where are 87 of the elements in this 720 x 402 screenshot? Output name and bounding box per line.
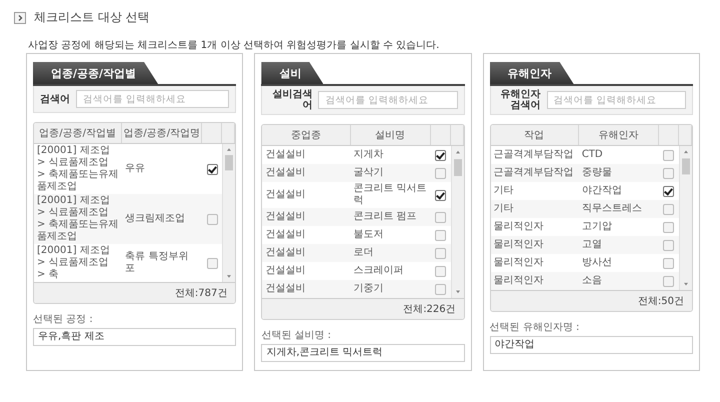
scrollbar[interactable] bbox=[678, 146, 692, 290]
checkbox[interactable] bbox=[663, 204, 674, 214]
table-cell-text: 건설설비 bbox=[264, 228, 306, 242]
selected-label: 선택된 설비명 : bbox=[261, 329, 332, 342]
table-cell-text: 건설설비 bbox=[264, 282, 306, 296]
search-field[interactable]: 검색어를 입력해하세요 bbox=[546, 91, 686, 109]
search-field[interactable]: 검색어를 입력해하세요 bbox=[318, 91, 458, 109]
description: 사업장 공정에 해당되는 체크리스트를 1개 이상 선택하여 위험성평가를 실시할 수 있습니다. bbox=[28, 39, 440, 52]
column-header: 작업 bbox=[490, 125, 579, 145]
checkbox[interactable] bbox=[206, 214, 218, 224]
column-header: 중업종 bbox=[262, 125, 350, 145]
table-cell-text: 우유 bbox=[124, 162, 146, 176]
tab[interactable]: 설비 bbox=[261, 62, 324, 84]
checkbox[interactable] bbox=[435, 150, 446, 160]
checkbox[interactable] bbox=[206, 258, 218, 268]
total-count: 전체:50건 bbox=[490, 290, 692, 311]
selected-label: 선택된 유해인자명 : bbox=[490, 321, 580, 334]
table-cell-text: 생크림제조업 bbox=[124, 212, 186, 226]
selected-label: 선택된 공정 : bbox=[33, 313, 94, 326]
checkbox[interactable] bbox=[435, 266, 446, 276]
table-cell-text: 물리적인자 bbox=[492, 274, 545, 288]
table-cell-text: 물리적인자 bbox=[492, 238, 545, 252]
table-cell-text: 직무스트레스 bbox=[580, 202, 643, 216]
search-label: 설비검색어 bbox=[271, 89, 312, 111]
table-cell-text: 건설설비 bbox=[264, 246, 306, 260]
table-cell-text: 기타 bbox=[492, 184, 515, 198]
checkbox[interactable] bbox=[663, 168, 674, 178]
table-cell-text: 건설설비 bbox=[264, 210, 306, 224]
table-cell-text: [20001] 제조업 > 식료품제조업 > 축제품또는유제품제조업 bbox=[36, 194, 120, 244]
table-cell-text: 콘크리트 펌프 bbox=[352, 210, 418, 224]
table-cell-text: 콘크리트 믹서트럭 bbox=[352, 182, 428, 208]
checkbox[interactable] bbox=[435, 284, 446, 294]
chevron-icon bbox=[14, 12, 26, 24]
table-cell-text: 불도저 bbox=[352, 228, 384, 242]
table-cell-text: 근골격계부담작업 bbox=[492, 166, 575, 180]
table-cell-text: 로더 bbox=[352, 246, 374, 260]
table-cell-text: [20001] 제조업 > 식료품제조업 > 축제품또는유제품제조업 bbox=[36, 144, 120, 194]
table-cell-text: 건설설비 bbox=[264, 188, 306, 202]
table-cell-text: 야간작업 bbox=[580, 184, 623, 198]
column-header: 업종/공종/작업별 bbox=[34, 123, 122, 143]
table-cell-text: 굴삭기 bbox=[352, 166, 384, 180]
checkbox[interactable] bbox=[663, 240, 674, 250]
search-label: 검색어 bbox=[40, 94, 70, 104]
total-count: 전체:787건 bbox=[34, 282, 236, 303]
section-title: 체크리스트 대상 선택 bbox=[34, 9, 150, 26]
checkbox[interactable] bbox=[435, 212, 446, 222]
table-cell-text: [20001] 제조업 > 식료품제조업 > 축 bbox=[36, 244, 111, 282]
table-cell-text: 고열 bbox=[580, 238, 603, 252]
search-label: 유해인자검색어 bbox=[500, 89, 541, 111]
tab[interactable]: 업종/공종/작업별 bbox=[33, 62, 158, 84]
table-cell-text: 소음 bbox=[580, 274, 603, 288]
tab[interactable]: 유해인자 bbox=[490, 62, 574, 84]
checkbox[interactable] bbox=[435, 190, 446, 200]
table-cell-text: 축류 특정부위 포 bbox=[124, 250, 190, 276]
checkbox[interactable] bbox=[663, 276, 674, 286]
table-cell-text: 근골격계부담작업 bbox=[492, 148, 575, 162]
search-field[interactable]: 검색어를 입력해하세요 bbox=[76, 90, 230, 108]
checkbox[interactable] bbox=[663, 222, 674, 232]
checkbox[interactable] bbox=[663, 258, 674, 268]
table-cell-text: 건설설비 bbox=[264, 166, 306, 180]
selected-value-field: 지게차,콘크리트 믹서트럭 bbox=[261, 344, 465, 362]
table-cell-text: 고기압 bbox=[580, 220, 613, 234]
scrollbar[interactable] bbox=[222, 144, 236, 282]
table-cell-text: 스크레이퍼 bbox=[352, 264, 404, 278]
table-cell-text: 물리적인자 bbox=[492, 220, 545, 234]
table-cell-text: CTD bbox=[580, 148, 604, 162]
table-cell-text: 물리적인자 bbox=[492, 256, 545, 270]
table-cell-text: 건설설비 bbox=[264, 148, 306, 162]
table-cell-text: 건설설비 bbox=[264, 264, 306, 278]
checkbox[interactable] bbox=[206, 164, 218, 174]
checkbox[interactable] bbox=[435, 248, 446, 258]
column-header: 설비명 bbox=[350, 125, 431, 145]
checkbox[interactable] bbox=[663, 150, 674, 160]
selected-value-field: 우유,흑판 제조 bbox=[33, 328, 236, 346]
total-count: 전체:226건 bbox=[262, 298, 464, 319]
column-header: 업종/공종/작업명 bbox=[122, 123, 202, 143]
table-cell-text: 기타 bbox=[492, 202, 515, 216]
table-cell-text: 방사선 bbox=[580, 256, 613, 270]
scrollbar[interactable] bbox=[450, 146, 464, 298]
checkbox[interactable] bbox=[435, 168, 446, 178]
table-cell-text: 기중기 bbox=[352, 282, 384, 296]
column-header: 유해인자 bbox=[578, 125, 659, 145]
table-cell-text: 중량물 bbox=[580, 166, 613, 180]
checkbox[interactable] bbox=[663, 186, 674, 196]
table-cell-text: 지게차 bbox=[352, 148, 384, 162]
selected-value-field: 야간작업 bbox=[490, 336, 693, 354]
checkbox[interactable] bbox=[435, 230, 446, 240]
